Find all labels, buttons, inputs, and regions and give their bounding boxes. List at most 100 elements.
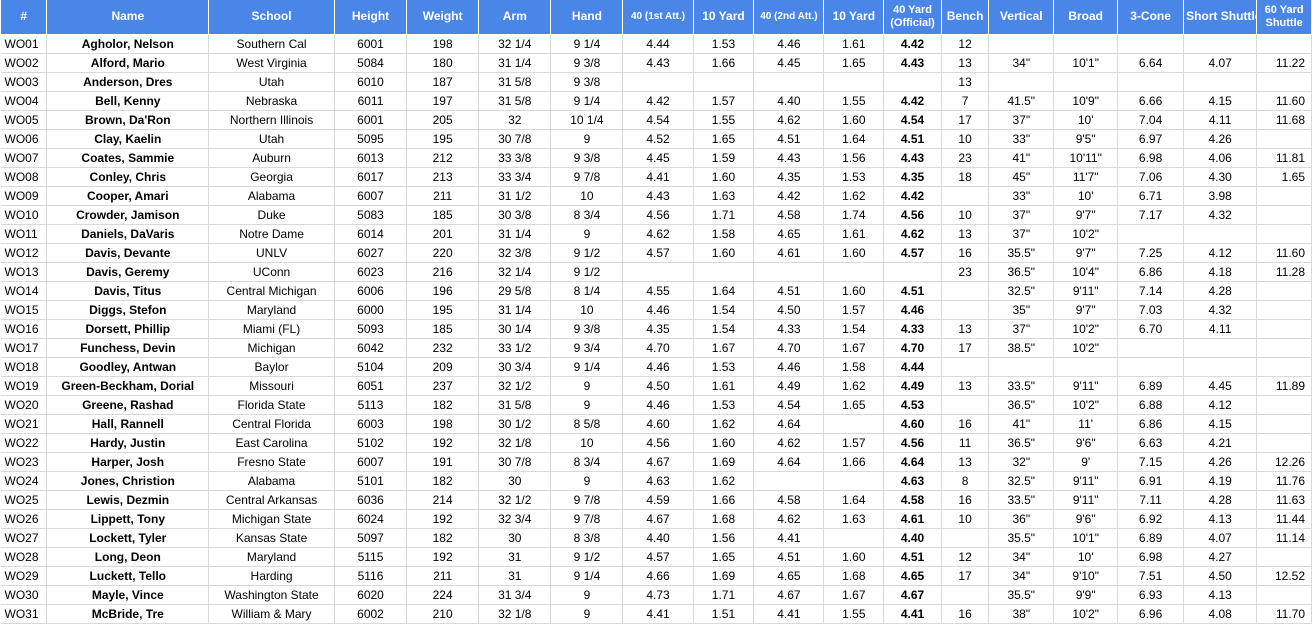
col-school-cell[interactable]: UNLV: [208, 243, 335, 263]
col-3-cone-cell[interactable]: 6.64: [1117, 53, 1185, 73]
col-40-first-cell[interactable]: 4.46: [622, 300, 694, 320]
col-vertical-cell[interactable]: 33.5": [988, 376, 1055, 396]
col-number-cell[interactable]: WO11: [0, 224, 48, 244]
col-weight-cell[interactable]: 192: [406, 547, 480, 567]
col-height-header[interactable]: Height: [333, 0, 408, 35]
col-40-first-cell[interactable]: 4.55: [622, 281, 694, 301]
col-height-cell[interactable]: 6003: [334, 414, 408, 434]
col-weight-cell[interactable]: 198: [406, 414, 480, 434]
col-3-cone-cell[interactable]: 7.14: [1117, 281, 1185, 301]
col-name-cell[interactable]: Luckett, Tello: [46, 566, 210, 586]
col-vertical-cell[interactable]: 38": [988, 604, 1055, 624]
col-bench-cell[interactable]: 23: [941, 262, 990, 282]
col-40-second-cell[interactable]: 4.62: [753, 509, 825, 529]
col-short-shuttle-cell[interactable]: 4.08: [1183, 604, 1258, 624]
col-broad-cell[interactable]: 10'9": [1053, 91, 1119, 111]
col-10-yard-first-cell[interactable]: 1.69: [693, 566, 755, 586]
col-60-yard-shuttle-cell[interactable]: 11.60: [1256, 91, 1312, 111]
col-10-yard-second-cell[interactable]: 1.67: [823, 585, 885, 605]
col-broad-cell[interactable]: 10': [1053, 110, 1119, 130]
col-school-cell[interactable]: Nebraska: [208, 91, 335, 111]
col-height-cell[interactable]: 6007: [334, 186, 408, 206]
col-3-cone-cell[interactable]: [1117, 224, 1185, 244]
col-broad-cell[interactable]: 10'1": [1053, 528, 1119, 548]
col-3-cone-cell[interactable]: [1117, 72, 1185, 92]
col-vertical-cell[interactable]: 34": [988, 53, 1055, 73]
col-name-cell[interactable]: Coates, Sammie: [46, 148, 210, 168]
col-number-cell[interactable]: WO10: [0, 205, 48, 225]
col-hand-cell[interactable]: 8 1/4: [550, 281, 624, 301]
col-number-cell[interactable]: WO07: [0, 148, 48, 168]
col-weight-cell[interactable]: 211: [406, 566, 480, 586]
col-10-yard-first-cell[interactable]: 1.55: [693, 110, 755, 130]
col-3-cone-cell[interactable]: 6.70: [1117, 319, 1185, 339]
col-40-second-cell[interactable]: 4.45: [753, 53, 825, 73]
col-10-yard-first-cell[interactable]: 1.59: [693, 148, 755, 168]
col-40-first-cell[interactable]: [622, 262, 694, 282]
col-arm-cell[interactable]: 32 1/2: [478, 376, 552, 396]
col-60-yard-shuttle-cell[interactable]: 11.70: [1256, 604, 1312, 624]
col-40-official-cell[interactable]: 4.60: [883, 414, 942, 434]
col-height-cell[interactable]: 5093: [334, 319, 408, 339]
col-bench-cell[interactable]: 13: [941, 224, 990, 244]
col-height-cell[interactable]: 6042: [334, 338, 408, 358]
col-10-yard-second-cell[interactable]: [823, 471, 885, 491]
col-40-second-cell[interactable]: 4.35: [753, 167, 825, 187]
col-weight-cell[interactable]: 192: [406, 433, 480, 453]
col-school-cell[interactable]: William & Mary: [208, 604, 335, 624]
col-height-cell[interactable]: 5104: [334, 357, 408, 377]
col-10-yard-second-header[interactable]: 10 Yard: [823, 0, 885, 35]
col-short-shuttle-cell[interactable]: 4.45: [1183, 376, 1258, 396]
col-60-yard-shuttle-cell[interactable]: [1256, 129, 1312, 149]
col-40-second-cell[interactable]: 4.64: [753, 414, 825, 434]
col-40-official-cell[interactable]: 4.43: [883, 148, 942, 168]
col-height-cell[interactable]: 5095: [334, 129, 408, 149]
col-arm-cell[interactable]: 31: [478, 566, 552, 586]
col-height-cell[interactable]: 6051: [334, 376, 408, 396]
col-hand-cell[interactable]: 9 3/8: [550, 53, 624, 73]
col-vertical-cell[interactable]: 32.5": [988, 471, 1055, 491]
col-10-yard-second-cell[interactable]: 1.61: [823, 224, 885, 244]
col-10-yard-first-cell[interactable]: 1.53: [693, 34, 755, 54]
col-arm-header[interactable]: Arm: [478, 0, 552, 35]
col-40-first-cell[interactable]: 4.54: [622, 110, 694, 130]
col-weight-cell[interactable]: 209: [406, 357, 480, 377]
col-broad-cell[interactable]: 10': [1053, 186, 1119, 206]
col-40-second-cell[interactable]: 4.62: [753, 433, 825, 453]
col-height-cell[interactable]: 6000: [334, 300, 408, 320]
col-40-first-cell[interactable]: 4.45: [622, 148, 694, 168]
col-weight-cell[interactable]: 191: [406, 452, 480, 472]
col-broad-cell[interactable]: 9': [1053, 452, 1119, 472]
col-weight-cell[interactable]: 187: [406, 72, 480, 92]
col-weight-cell[interactable]: 180: [406, 53, 480, 73]
col-40-second-cell[interactable]: 4.67: [753, 585, 825, 605]
col-40-second-cell[interactable]: 4.41: [753, 528, 825, 548]
col-school-cell[interactable]: Harding: [208, 566, 335, 586]
col-40-official-cell[interactable]: 4.41: [883, 604, 942, 624]
col-name-cell[interactable]: Brown, Da'Ron: [46, 110, 210, 130]
col-60-yard-shuttle-cell[interactable]: [1256, 34, 1312, 54]
col-10-yard-second-cell[interactable]: 1.74: [823, 205, 885, 225]
col-40-first-cell[interactable]: 4.57: [622, 547, 694, 567]
col-bench-cell[interactable]: [941, 300, 990, 320]
col-name-cell[interactable]: Harper, Josh: [46, 452, 210, 472]
col-hand-cell[interactable]: 9: [550, 376, 624, 396]
col-40-official-cell[interactable]: 4.51: [883, 281, 942, 301]
col-weight-cell[interactable]: 201: [406, 224, 480, 244]
col-10-yard-second-cell[interactable]: 1.57: [823, 300, 885, 320]
col-hand-cell[interactable]: 9 7/8: [550, 490, 624, 510]
col-school-cell[interactable]: Alabama: [208, 186, 335, 206]
col-bench-cell[interactable]: 10: [941, 129, 990, 149]
col-10-yard-second-cell[interactable]: 1.56: [823, 148, 885, 168]
col-bench-cell[interactable]: 17: [941, 338, 990, 358]
col-vertical-cell[interactable]: 41.5": [988, 91, 1055, 111]
col-height-cell[interactable]: 6002: [334, 604, 408, 624]
col-10-yard-first-cell[interactable]: 1.71: [693, 585, 755, 605]
col-10-yard-second-cell[interactable]: 1.65: [823, 53, 885, 73]
col-hand-cell[interactable]: 9: [550, 471, 624, 491]
col-weight-cell[interactable]: 216: [406, 262, 480, 282]
col-short-shuttle-cell[interactable]: [1183, 338, 1258, 358]
col-40-official-cell[interactable]: 4.51: [883, 547, 942, 567]
col-bench-cell[interactable]: [941, 357, 990, 377]
col-bench-cell[interactable]: 13: [941, 319, 990, 339]
